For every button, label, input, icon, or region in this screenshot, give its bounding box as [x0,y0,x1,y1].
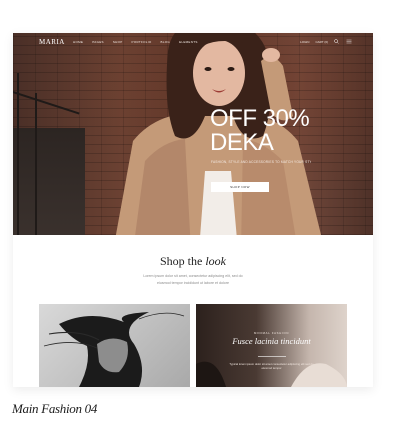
nav-utility: LOGIN CART (0) [300,39,353,44]
tile-divider [258,356,286,357]
shop-description: Lorem ipsum dolor sit amet, consectetur … [13,273,373,287]
shop-title-italic: look [205,254,226,268]
site-logo[interactable]: MARIA [39,38,65,46]
dark-doorway [13,128,85,235]
stair-rail [17,73,19,235]
shop-the-look-heading: Shop the look [13,254,373,269]
product-tile-right[interactable]: MINIMAL FASHION Fusce lacinia tincidunt … [196,304,347,387]
stair-rail [35,93,37,235]
hero-title-line2: DEKA [210,129,274,156]
hero-title-line1: OFF 30% [210,105,310,132]
demo-caption[interactable]: Main Fashion 04 [12,401,97,417]
menu-icon[interactable] [345,39,353,44]
nav-link-login[interactable]: LOGIN [300,40,309,44]
nav-link-cart[interactable]: CART (0) [315,40,328,44]
nav-link-pages[interactable]: PAGES [92,40,104,44]
hero-banner: MARIA HOME PAGES SHOP PORTFOLIO BLOG ELE… [13,33,373,235]
shop-description-line2: eiusmod tempor incididunt ut labore et d… [157,281,229,285]
nav-links: HOME PAGES SHOP PORTFOLIO BLOG ELEMENTS [73,40,198,44]
theme-preview-card[interactable]: MARIA HOME PAGES SHOP PORTFOLIO BLOG ELE… [13,33,373,387]
nav-link-blog[interactable]: BLOG [161,40,171,44]
tile-text: Typical lorem ipsum dolor sit amet conse… [229,362,314,370]
nav-link-portfolio[interactable]: PORTFOLIO [132,40,152,44]
shop-now-button[interactable]: SHOP NOW [211,182,269,192]
shop-title-plain: Shop the [159,254,203,268]
hero-title: OFF 30% DEKA [210,105,310,156]
search-icon[interactable] [334,39,339,44]
woman-portrait-photo [43,312,185,387]
tile-kicker: MINIMAL FASHION [253,331,290,335]
nav-link-shop[interactable]: SHOP [113,40,123,44]
hero-subtitle: FASHION, STYLE AND ACCESSORIES TO MATCH … [211,160,311,164]
nav-link-elements[interactable]: ELEMENTS [179,40,198,44]
product-tile-left[interactable] [39,304,190,387]
nav-link-home[interactable]: HOME [73,40,83,44]
shop-description-line1: Lorem ipsum dolor sit amet, consectetur … [143,274,243,278]
tile-heading: Fusce lacinia tincidunt [232,336,311,346]
top-navigation: MARIA HOME PAGES SHOP PORTFOLIO BLOG ELE… [13,33,373,51]
